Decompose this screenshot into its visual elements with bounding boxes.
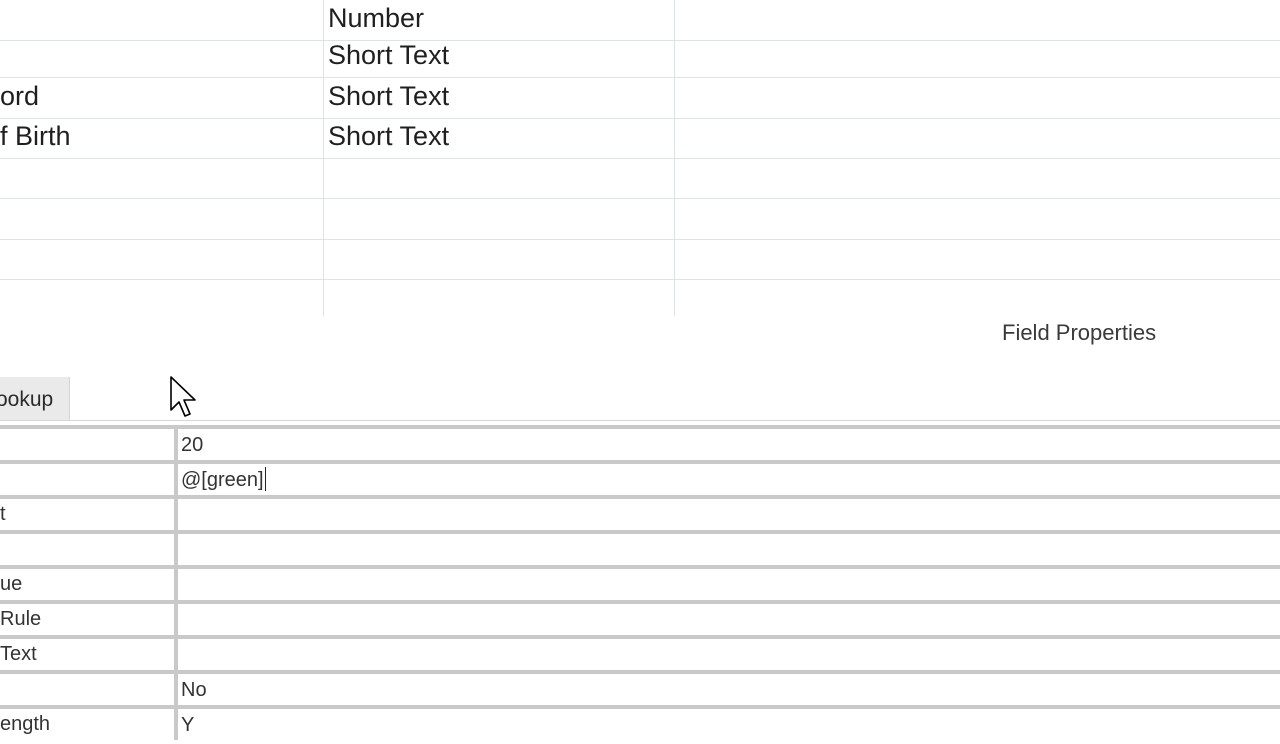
field-properties-title: Field Properties — [1002, 320, 1157, 345]
property-label: Text — [0, 643, 37, 665]
property-label: Rule — [0, 608, 42, 630]
field-row[interactable] — [0, 239, 1280, 280]
field-row[interactable]: ord Short Text — [0, 78, 1280, 119]
property-value-input[interactable] — [181, 534, 1280, 565]
property-value-input[interactable] — [181, 604, 1280, 635]
description-cell[interactable] — [675, 37, 1275, 77]
data-type-cell[interactable]: Number — [328, 0, 668, 40]
data-type-cell[interactable]: Short Text — [328, 78, 668, 118]
property-row-required[interactable]: No — [0, 674, 1280, 709]
property-separator — [174, 709, 178, 740]
tab-lookup[interactable]: ookup — [0, 377, 70, 420]
field-name-cell[interactable]: f Birth — [0, 118, 322, 158]
data-type-cell[interactable]: Short Text — [328, 37, 668, 77]
property-value-input[interactable]: Y — [181, 709, 1280, 740]
property-row-field-size[interactable]: 20 — [0, 425, 1280, 464]
description-cell[interactable] — [675, 239, 1275, 279]
description-cell[interactable] — [675, 0, 1275, 40]
property-label — [0, 534, 174, 565]
property-separator — [174, 604, 178, 635]
property-label: ength — [0, 713, 51, 735]
description-cell[interactable] — [675, 199, 1275, 239]
property-value-input[interactable] — [181, 499, 1280, 530]
tab-divider — [0, 420, 1280, 421]
property-label — [0, 429, 174, 460]
property-separator — [174, 674, 178, 705]
field-name-cell[interactable] — [0, 279, 322, 319]
property-label — [0, 674, 174, 705]
property-label — [0, 464, 174, 495]
data-type-cell[interactable] — [328, 279, 668, 319]
field-name-cell[interactable]: ord — [0, 78, 322, 118]
column-divider — [674, 0, 675, 316]
property-value-input[interactable] — [181, 639, 1280, 670]
data-type-cell[interactable] — [328, 199, 668, 239]
field-row[interactable]: Short Text — [0, 37, 1280, 78]
property-separator — [174, 569, 178, 600]
field-name-cell[interactable] — [0, 158, 322, 198]
property-separator — [174, 429, 178, 460]
property-label: ue — [0, 573, 23, 595]
property-label: t — [0, 503, 6, 525]
field-row[interactable] — [0, 279, 1280, 316]
property-row-validation-rule[interactable]: Rule — [0, 604, 1280, 639]
description-cell[interactable] — [675, 78, 1275, 118]
property-separator — [174, 499, 178, 530]
column-divider — [323, 0, 324, 316]
property-separator — [174, 639, 178, 670]
property-value-input[interactable]: No — [181, 674, 1280, 705]
format-value-text: @[green] — [181, 469, 264, 491]
description-cell[interactable] — [675, 118, 1275, 158]
table-design-grid: Number Short Text ord Short Text f Birth… — [0, 0, 1280, 316]
property-row-format[interactable]: @[green] — [0, 464, 1280, 499]
mouse-pointer-icon — [170, 376, 196, 417]
property-row-default-value[interactable]: ue — [0, 569, 1280, 604]
field-name-cell[interactable] — [0, 37, 322, 77]
property-row-caption[interactable] — [0, 534, 1280, 569]
property-row-allow-zero-length[interactable]: ength Y — [0, 709, 1280, 744]
property-separator — [174, 534, 178, 565]
description-cell[interactable] — [675, 279, 1275, 319]
property-value-input[interactable] — [181, 569, 1280, 600]
property-value-input[interactable]: @[green] — [181, 464, 1280, 495]
field-row[interactable] — [0, 158, 1280, 199]
property-value-input[interactable]: 20 — [181, 429, 1280, 460]
text-caret — [264, 466, 266, 491]
data-type-cell[interactable]: Short Text — [328, 118, 668, 158]
data-type-cell[interactable] — [328, 158, 668, 198]
field-name-cell[interactable] — [0, 199, 322, 239]
field-row[interactable]: f Birth Short Text — [0, 118, 1280, 159]
field-name-cell[interactable] — [0, 239, 322, 279]
field-row[interactable]: Number — [0, 0, 1280, 41]
description-cell[interactable] — [675, 158, 1275, 198]
property-separator — [174, 464, 178, 495]
property-row-validation-text[interactable]: Text — [0, 639, 1280, 674]
data-type-cell[interactable] — [328, 239, 668, 279]
field-name-cell[interactable] — [0, 0, 322, 40]
field-row[interactable] — [0, 199, 1280, 240]
property-row-input-mask[interactable]: t — [0, 499, 1280, 534]
